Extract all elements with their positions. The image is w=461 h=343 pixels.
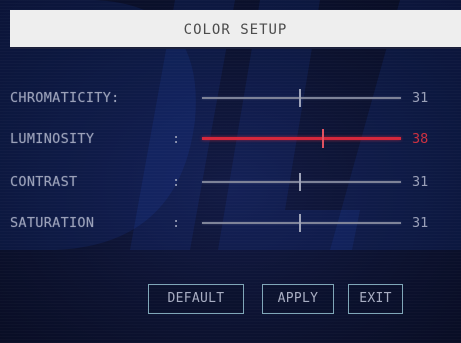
setting-value-luminosity: 38 [412,131,429,147]
setting-value-chromaticity: 31 [412,90,429,106]
saturation-slider[interactable] [202,214,401,232]
chromaticity-slider[interactable] [202,89,401,107]
page-title: COLOR SETUP [183,22,288,38]
luminosity-slider-thumb[interactable] [322,129,325,148]
setting-value-saturation: 31 [412,215,429,231]
setting-label-luminosity: LUMINOSITY [10,131,95,147]
setting-colon-saturation: : [172,215,181,231]
setting-label-contrast: CONTRAST [10,174,78,190]
setting-label-saturation: SATURATION [10,215,95,231]
contrast-slider[interactable] [202,173,401,191]
apply-button[interactable]: APPLY [262,284,334,314]
saturation-slider-thumb[interactable] [298,214,301,232]
exit-button[interactable]: EXIT [348,284,403,314]
setting-value-contrast: 31 [412,174,429,190]
color-setup-screen: COLOR SETUP CHROMATICITY: 31 LUMINOSITY … [0,0,461,343]
setting-row-luminosity: LUMINOSITY : 38 [0,127,461,151]
title-bar: COLOR SETUP [10,10,461,49]
setting-colon-luminosity: : [172,131,181,147]
default-button[interactable]: DEFAULT [148,284,244,314]
setting-label-chromaticity: CHROMATICITY: [10,90,120,106]
setting-colon-contrast: : [172,174,181,190]
setting-row-saturation: SATURATION : 31 [0,211,461,235]
luminosity-slider[interactable] [202,129,401,148]
contrast-slider-thumb[interactable] [298,173,301,191]
setting-row-chromaticity: CHROMATICITY: 31 [0,86,461,110]
setting-row-contrast: CONTRAST : 31 [0,170,461,194]
chromaticity-slider-thumb[interactable] [298,89,301,107]
